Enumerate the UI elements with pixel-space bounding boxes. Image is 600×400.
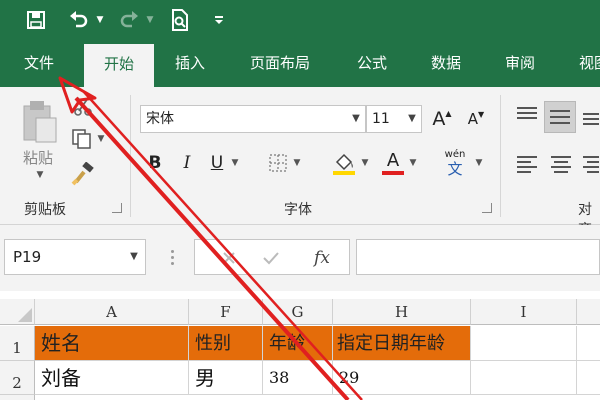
phonetic-dropdown-icon[interactable]: ▼	[474, 157, 484, 169]
increase-font-label: A	[432, 108, 446, 130]
table-cell[interactable]: 年龄	[263, 326, 333, 361]
table-cell[interactable]: 38	[263, 361, 333, 395]
column-header-partial[interactable]	[577, 299, 600, 325]
name-box-value: P19	[13, 248, 42, 266]
tab-home[interactable]: 开始	[84, 44, 154, 87]
fill-color-dropdown-icon[interactable]: ▼	[360, 157, 370, 169]
group-separator	[130, 95, 131, 217]
font-group-label: 字体	[284, 202, 312, 218]
name-box[interactable]: P19 ▼	[4, 239, 146, 275]
formula-bar-splitter-icon[interactable]	[166, 249, 178, 265]
tab-data[interactable]: 数据	[416, 40, 476, 87]
select-all-corner[interactable]	[0, 299, 35, 325]
table-cell[interactable]: 男	[189, 361, 263, 395]
tab-page-layout[interactable]: 页面布局	[232, 40, 328, 87]
formula-input[interactable]	[356, 239, 600, 275]
cancel-icon[interactable]	[217, 246, 241, 270]
group-separator	[500, 95, 501, 217]
font-launcher-icon[interactable]	[482, 203, 492, 213]
font-name-box[interactable]: 宋体 ▼	[140, 105, 366, 133]
fill-color-icon[interactable]	[330, 149, 358, 177]
ribbon-home: 粘贴 ▼ ▼ 剪贴板 宋体 ▼ 11 ▼ A ▲ A ▼ B I U ▼ ▼ ▼ A…	[0, 87, 600, 238]
bold-button[interactable]: B	[144, 149, 166, 177]
table-cell[interactable]: 指定日期年龄	[333, 326, 471, 361]
tab-view[interactable]: 视图	[564, 40, 600, 87]
cut-icon[interactable]	[72, 95, 94, 117]
quick-access-toolbar: ▼ ▼	[0, 0, 600, 40]
ribbon-tabs: 文件 开始 插入 页面布局 公式 数据 审阅 视图	[0, 40, 600, 87]
italic-button[interactable]: I	[176, 149, 198, 177]
underline-button[interactable]: U	[206, 149, 228, 177]
print-preview-icon[interactable]	[166, 6, 194, 34]
font-color-label: A	[386, 150, 400, 171]
caret-down-icon: ▼	[478, 109, 485, 119]
table-cell[interactable]	[471, 361, 577, 395]
align-left-icon[interactable]	[512, 149, 542, 177]
phonetic-guide-button[interactable]: wén 文	[438, 147, 472, 179]
table-cell[interactable]: 刘备	[35, 361, 189, 395]
font-name-value: 宋体	[146, 111, 174, 127]
formula-bar: P19 ▼ fx	[0, 225, 600, 291]
column-header[interactable]: G	[263, 299, 333, 325]
clipboard-launcher-icon[interactable]	[112, 203, 122, 213]
worksheet-grid: A F G H I 1 姓名 性别 年龄 指定日期年龄 2 刘备 男 38 29	[0, 291, 600, 400]
row-header-partial[interactable]	[0, 395, 35, 400]
row-header[interactable]: 1	[0, 326, 35, 361]
borders-icon[interactable]	[266, 151, 290, 175]
customize-icon[interactable]	[212, 6, 226, 34]
font-size-value: 11	[372, 111, 390, 127]
tab-file[interactable]: 文件	[10, 40, 68, 87]
table-cell[interactable]	[577, 326, 600, 361]
enter-icon[interactable]	[259, 246, 283, 270]
redo-icon[interactable]	[114, 6, 144, 34]
font-color-swatch	[382, 171, 404, 175]
decrease-font-size-button[interactable]: A ▼	[462, 105, 490, 133]
underline-dropdown-icon[interactable]: ▼	[230, 157, 240, 169]
table-cell[interactable]: 性别	[189, 326, 263, 361]
align-right-icon[interactable]	[580, 149, 600, 177]
font-color-dropdown-icon[interactable]: ▼	[408, 157, 418, 169]
save-icon[interactable]	[22, 6, 50, 34]
font-color-button[interactable]: A	[380, 149, 406, 177]
column-header[interactable]: I	[471, 299, 577, 325]
bottom-align-icon[interactable]	[580, 101, 600, 129]
formula-buttons: fx	[194, 239, 350, 275]
font-size-box[interactable]: 11 ▼	[366, 105, 422, 133]
redo-dropdown-icon[interactable]: ▼	[144, 6, 156, 34]
tab-review[interactable]: 审阅	[490, 40, 550, 87]
align-center-icon[interactable]	[546, 149, 576, 177]
top-align-icon[interactable]	[512, 101, 542, 129]
column-header[interactable]: A	[35, 299, 189, 325]
borders-dropdown-icon[interactable]: ▼	[292, 157, 302, 169]
middle-align-icon[interactable]	[544, 101, 576, 133]
column-header[interactable]: F	[189, 299, 263, 325]
insert-function-button[interactable]: fx	[305, 244, 339, 272]
chevron-down-icon[interactable]: ▼	[403, 106, 421, 132]
undo-icon[interactable]	[64, 6, 94, 34]
phonetic-bottom-label: 文	[447, 160, 463, 178]
tab-insert[interactable]: 插入	[160, 40, 220, 87]
decrease-font-label: A	[467, 110, 479, 128]
table-cell[interactable]	[471, 326, 577, 361]
column-header[interactable]: H	[333, 299, 471, 325]
paste-label[interactable]: 粘贴	[14, 145, 62, 169]
tab-formulas[interactable]: 公式	[342, 40, 402, 87]
paste-dropdown-icon[interactable]: ▼	[34, 169, 46, 181]
paste-icon[interactable]	[18, 97, 62, 145]
table-cell[interactable]: 29	[333, 361, 471, 395]
row-header[interactable]: 2	[0, 361, 35, 395]
format-painter-icon[interactable]	[70, 161, 96, 187]
table-cell[interactable]: 姓名	[35, 326, 189, 361]
clipboard-group-label: 剪贴板	[24, 202, 66, 218]
undo-dropdown-icon[interactable]: ▼	[94, 6, 106, 34]
increase-font-size-button[interactable]: A ▲	[428, 105, 456, 133]
copy-icon[interactable]	[70, 127, 94, 151]
copy-dropdown-icon[interactable]: ▼	[96, 133, 106, 145]
chevron-down-icon[interactable]: ▼	[347, 106, 365, 132]
table-cell[interactable]	[577, 361, 600, 395]
caret-up-icon: ▲	[445, 108, 452, 118]
chevron-down-icon[interactable]: ▼	[123, 240, 145, 274]
